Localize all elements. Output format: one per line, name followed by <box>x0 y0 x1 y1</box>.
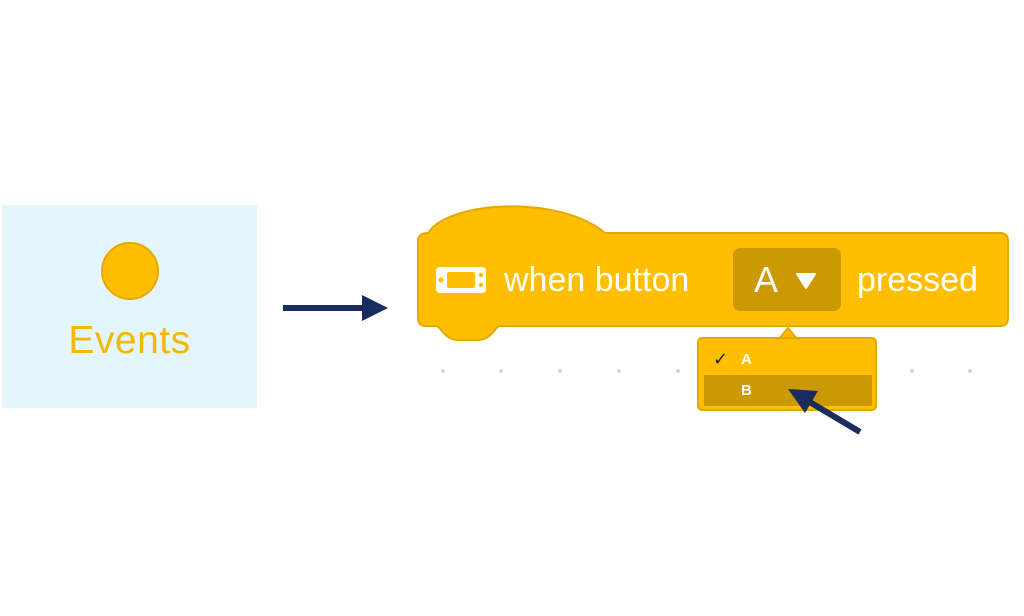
menu-item-label: B <box>741 382 752 399</box>
tutorial-illustration: Events when button A pressed ✓ A B <box>0 0 1024 616</box>
check-mark-icon: ✓ <box>713 349 729 370</box>
menu-item-a[interactable]: ✓ A <box>704 344 872 375</box>
when-button-pressed-block[interactable] <box>0 0 1024 616</box>
button-select-dropdown[interactable]: A <box>733 248 841 311</box>
menu-item-label: A <box>741 351 752 368</box>
block-text-when-button: when button <box>504 261 690 299</box>
menu-item-b[interactable]: B <box>704 375 872 406</box>
dropdown-menu: ✓ A B <box>697 337 877 411</box>
device-icon <box>436 267 486 293</box>
block-text-pressed: pressed <box>857 261 978 299</box>
caret-down-icon <box>796 273 816 289</box>
dropdown-selected-value: A <box>754 259 779 300</box>
